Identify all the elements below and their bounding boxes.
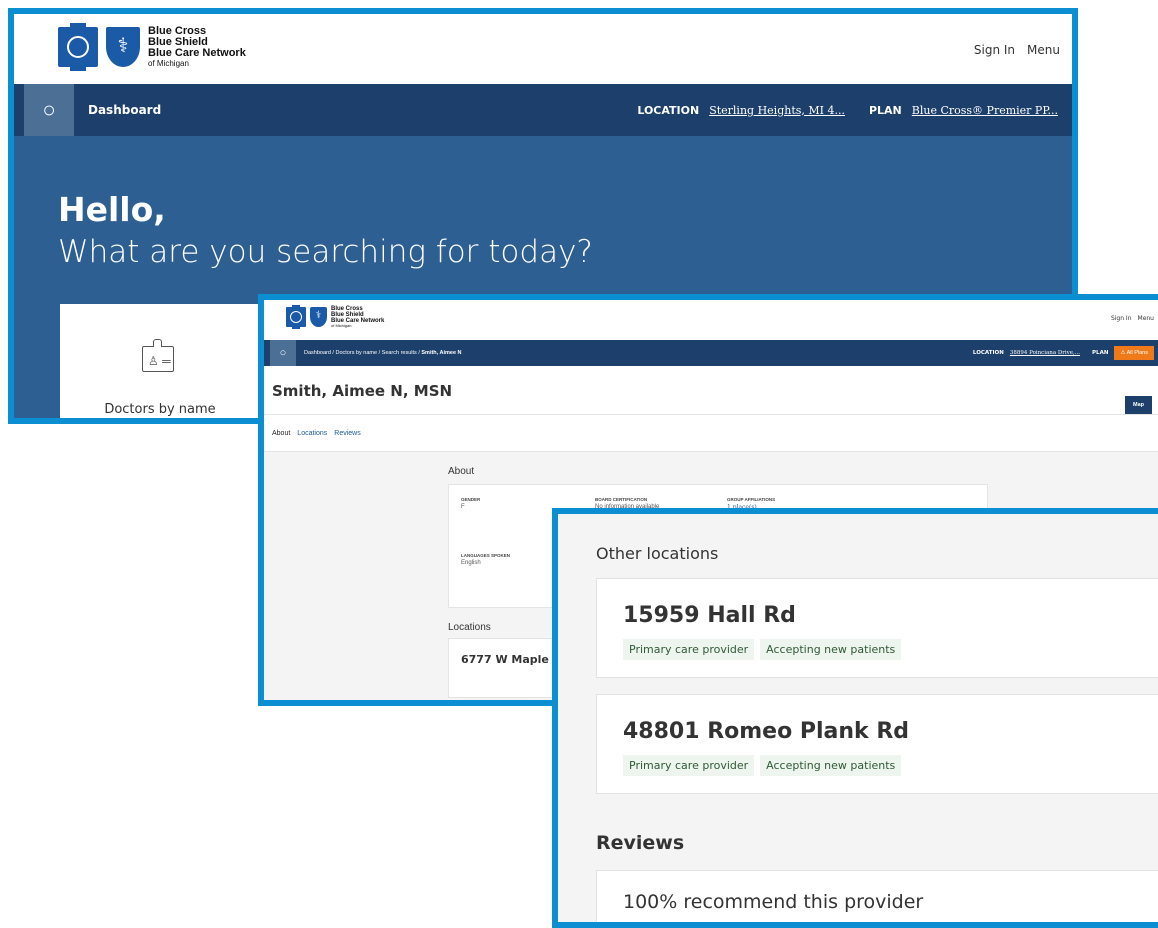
tab-locations[interactable]: Locations: [297, 430, 327, 437]
breadcrumb[interactable]: Dashboard / Doctors by name / Search res…: [304, 350, 462, 356]
menu-link[interactable]: Menu: [1027, 43, 1060, 57]
search-button[interactable]: ○: [24, 84, 74, 136]
site-header: Blue Cross Blue Shield Blue Care Network…: [14, 14, 1072, 84]
other-locations-heading: Other locations: [596, 544, 719, 563]
recommend-percentage: 100% recommend this provider: [623, 891, 924, 913]
doctors-by-name-card[interactable]: ♙ ═ Doctors by name: [60, 304, 260, 418]
primary-care-badge: Primary care provider: [623, 639, 755, 660]
tab-about[interactable]: About: [272, 430, 290, 437]
provider-nav-bar: ○ Dashboard / Doctors by name / Search r…: [264, 340, 1158, 366]
logo-text: Blue Cross Blue Shield Blue Care Network…: [148, 25, 246, 68]
plan-link[interactable]: Blue Cross® Premier PP...: [912, 104, 1058, 117]
search-prompt: What are you searching for today?: [58, 234, 593, 270]
sign-in-link[interactable]: Sign In: [1111, 315, 1132, 322]
location-address: 48801 Romeo Plank Rd: [623, 719, 910, 744]
gender-field: GENDER F: [461, 497, 481, 510]
languages-field: LANGUAGES SPOKEN English: [461, 553, 511, 566]
search-icon: ○: [42, 97, 56, 122]
location-link[interactable]: Sterling Heights, MI 4...: [709, 104, 845, 117]
card-label: Doctors by name: [104, 402, 216, 417]
blue-cross-icon: [286, 305, 306, 330]
bcbs-logo[interactable]: Blue Cross Blue Shield Blue Care Network…: [58, 22, 246, 71]
provider-name: Smith, Aimee N, MSN: [272, 382, 453, 400]
hello-heading: Hello,: [58, 190, 166, 229]
primary-care-badge: Primary care provider: [623, 755, 755, 776]
location-link[interactable]: 38894 Poinciana Drive,...: [1010, 350, 1080, 356]
all-plans-button[interactable]: ⚠ All Plans: [1114, 346, 1154, 360]
reviews-heading: Reviews: [596, 832, 685, 854]
sign-in-link[interactable]: Sign In: [974, 43, 1015, 57]
location-label: LOCATION: [972, 350, 1004, 356]
site-header: Blue Cross Blue Shield Blue Care Network…: [264, 300, 1158, 340]
provider-tabs: About Locations Reviews: [264, 414, 1158, 452]
accepting-patients-badge: Accepting new patients: [760, 755, 902, 776]
bcbs-logo[interactable]: Blue Cross Blue Shield Blue Care Network…: [286, 305, 385, 330]
accepting-patients-badge: Accepting new patients: [760, 639, 902, 660]
blue-cross-icon: [58, 22, 98, 71]
location-address: 15959 Hall Rd: [623, 603, 796, 628]
location-card[interactable]: 15959 Hall Rd Primary care provider Acce…: [596, 578, 1158, 678]
plan-label: PLAN: [868, 103, 902, 117]
logo-text: Blue Cross Blue Shield Blue Care Network…: [331, 306, 385, 329]
search-button[interactable]: ○: [270, 340, 296, 366]
dashboard-nav-bar: ○ Dashboard LOCATION Sterling Heights, M…: [14, 84, 1072, 136]
id-badge-icon: ♙ ═: [142, 339, 174, 372]
plan-label: PLAN: [1092, 350, 1109, 356]
blue-shield-icon: [106, 26, 140, 67]
map-button[interactable]: Map: [1125, 396, 1152, 414]
menu-link[interactable]: Menu: [1138, 315, 1154, 322]
location-label: LOCATION: [637, 103, 700, 117]
search-icon: ○: [279, 347, 287, 359]
nav-title: Dashboard: [88, 103, 162, 117]
review-summary-card: 100% recommend this provider: [596, 870, 1158, 922]
location-card[interactable]: 48801 Romeo Plank Rd Primary care provid…: [596, 694, 1158, 794]
tab-reviews[interactable]: Reviews: [334, 430, 360, 437]
about-heading: About: [448, 466, 475, 477]
locations-heading: Locations: [448, 622, 491, 633]
blue-shield-icon: [310, 307, 327, 328]
locations-reviews-screenshot: Other locations 15959 Hall Rd Primary ca…: [552, 508, 1158, 928]
